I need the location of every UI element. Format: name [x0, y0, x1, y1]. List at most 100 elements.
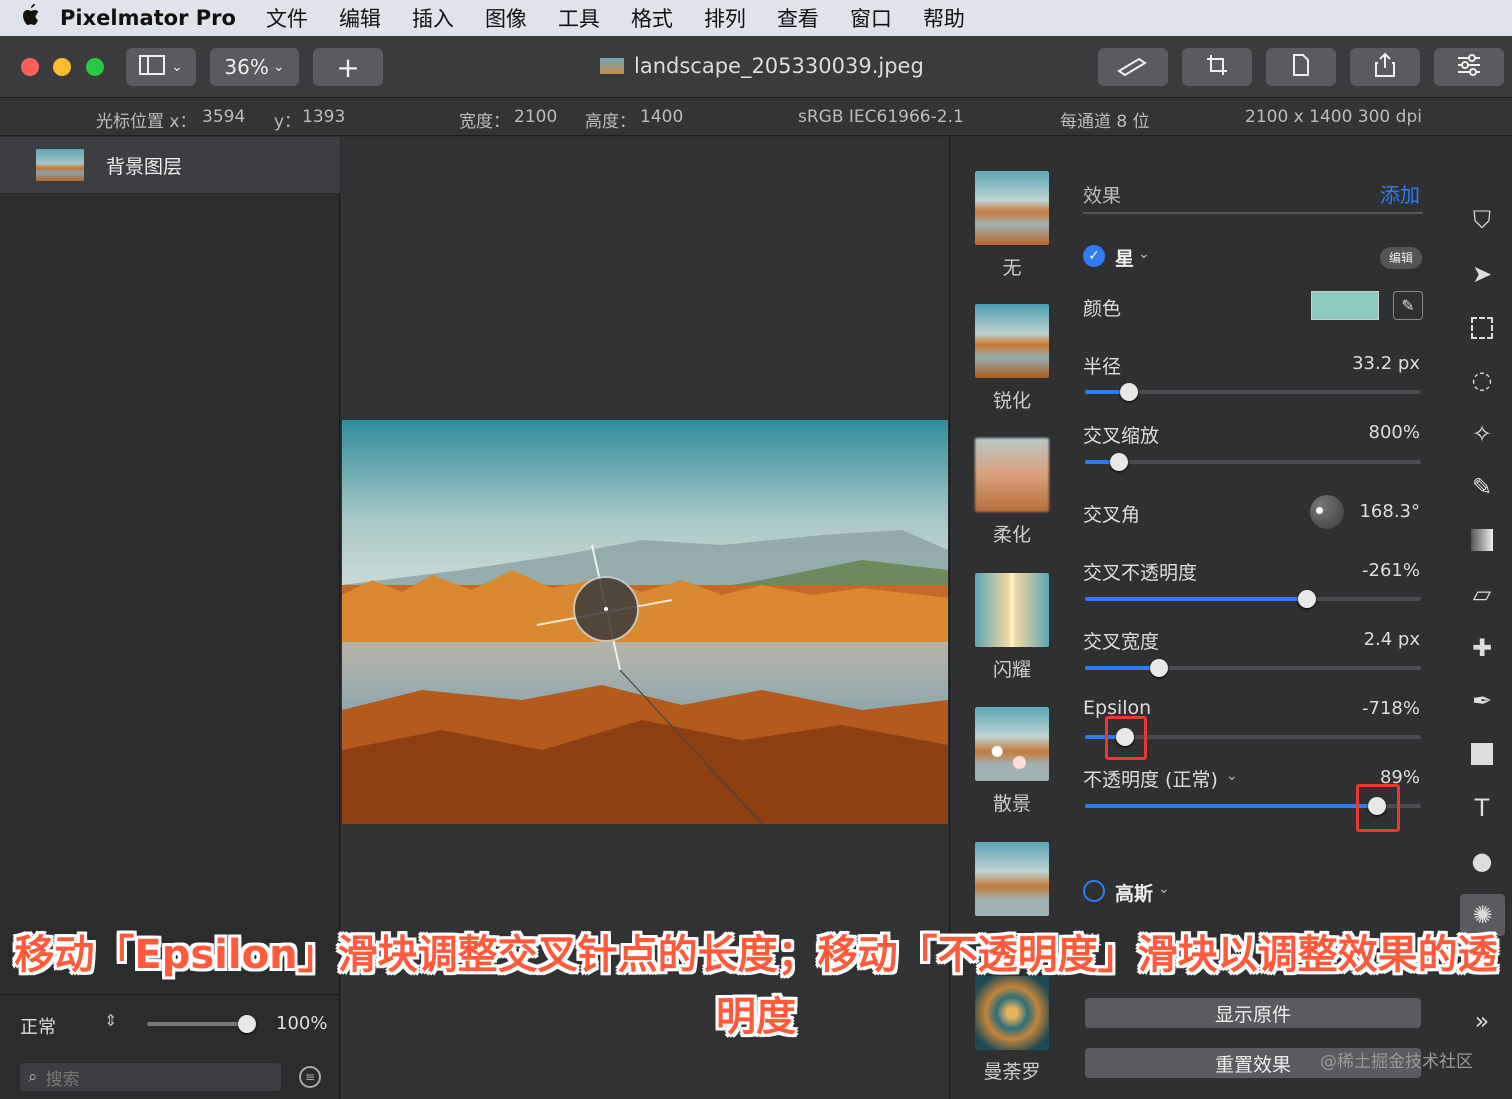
- watermark: @稀土掘金技术社区: [1320, 1052, 1473, 1072]
- pen-icon[interactable]: ✒: [1466, 685, 1498, 717]
- cross-angle-value: 168.3°: [1359, 501, 1420, 522]
- filter-icon[interactable]: ≡: [299, 1066, 321, 1088]
- add-effect-button[interactable]: 添加: [1380, 179, 1420, 208]
- color-profile: sRGB IEC61966-2.1: [798, 107, 964, 127]
- cross-opacity-label: 交叉不透明度: [1083, 562, 1198, 584]
- width-value: 2100: [514, 107, 558, 127]
- star-effect-name[interactable]: 星: [1115, 244, 1134, 271]
- angle-dial[interactable]: [1310, 495, 1344, 529]
- app-menu[interactable]: Pixelmator Pro: [60, 6, 236, 30]
- chevron-down-icon[interactable]: ⌄: [1158, 881, 1170, 897]
- divider: [1083, 212, 1423, 214]
- crop-icon: [1205, 53, 1229, 82]
- effect-thumb-none[interactable]: [975, 171, 1049, 245]
- brush-icon[interactable]: ✎: [1466, 471, 1498, 503]
- adjustments-button[interactable]: [1434, 48, 1504, 86]
- effect-label-glow: 闪耀: [992, 659, 1031, 681]
- width-label: 宽度：: [459, 112, 510, 132]
- search-input[interactable]: ⌕ 搜索: [20, 1063, 281, 1091]
- cross-width-knob[interactable]: [1149, 659, 1168, 677]
- menu-format[interactable]: 格式: [631, 3, 673, 33]
- menu-image[interactable]: 图像: [485, 3, 527, 33]
- effect-thumb-unnamed[interactable]: [975, 842, 1049, 916]
- lasso-icon[interactable]: ◌: [1466, 364, 1498, 396]
- cross-width-slider[interactable]: [1085, 659, 1421, 677]
- epsilon-value: -718%: [1362, 698, 1420, 719]
- menu-file[interactable]: 文件: [266, 3, 308, 33]
- cross-opacity-knob[interactable]: [1297, 590, 1316, 608]
- shape-icon[interactable]: [1466, 738, 1498, 770]
- star-effect-checkbox[interactable]: ✓: [1083, 245, 1105, 267]
- tutorial-caption: 移动「Epsilon」滑块调整交叉针点的长度；移动「不透明度」滑块以调整效果的透…: [14, 932, 1498, 1040]
- arrow-icon[interactable]: ➤: [1466, 258, 1498, 290]
- dial-dot: [1316, 507, 1323, 514]
- sidebar-icon: [139, 54, 166, 80]
- layer-name: 背景图层: [106, 155, 183, 178]
- magic-wand-icon[interactable]: ✧: [1466, 418, 1498, 450]
- zoom-window-button[interactable]: [86, 58, 104, 76]
- close-window-button[interactable]: [21, 58, 39, 76]
- cross-opacity-slider[interactable]: [1085, 590, 1421, 608]
- document-title: landscape_205330039.jpeg: [600, 54, 924, 78]
- bandage-icon[interactable]: ✚: [1466, 632, 1498, 664]
- menu-insert[interactable]: 插入: [412, 3, 454, 33]
- menu-window[interactable]: 窗口: [850, 3, 892, 33]
- cross-width-label: 交叉宽度: [1083, 631, 1160, 653]
- canvas-image[interactable]: [342, 420, 948, 824]
- radius-slider[interactable]: [1085, 383, 1421, 401]
- edit-effect-button[interactable]: 编辑: [1380, 247, 1422, 269]
- opacity-label: 不透明度 (正常): [1083, 769, 1218, 791]
- menu-view[interactable]: 查看: [777, 3, 819, 33]
- effect-thumb-sharpen[interactable]: [975, 304, 1049, 378]
- rect-select-icon[interactable]: [1466, 312, 1498, 344]
- effect-thumb-glow[interactable]: [975, 573, 1049, 647]
- color-swatch[interactable]: [1311, 291, 1379, 320]
- brush-tool-button[interactable]: [1098, 48, 1168, 86]
- add-button[interactable]: +: [313, 48, 383, 86]
- effects-header: 效果: [1083, 185, 1122, 207]
- height-label: 高度：: [585, 112, 636, 132]
- share-button[interactable]: [1350, 48, 1420, 86]
- chevron-down-icon[interactable]: ⌄: [1138, 246, 1150, 262]
- cursor-x-label: 光标位置 x：: [96, 112, 197, 132]
- apple-menu-icon[interactable]: [0, 3, 60, 33]
- radius-knob[interactable]: [1119, 383, 1138, 401]
- eyedropper-icon[interactable]: ✎: [1393, 291, 1423, 320]
- highlight-box: [1105, 716, 1147, 760]
- bit-depth: 每通道 8 位: [1060, 112, 1150, 132]
- layer-row[interactable]: 背景图层: [0, 137, 340, 193]
- paint-bucket-icon[interactable]: ⛉: [1466, 204, 1498, 236]
- effect-thumb-blur[interactable]: [975, 438, 1049, 512]
- cross-angle-label: 交叉角: [1083, 504, 1141, 526]
- menu-arrange[interactable]: 排列: [704, 3, 746, 33]
- eraser-icon[interactable]: ▱: [1466, 578, 1498, 610]
- zoom-value: 36%: [224, 55, 269, 79]
- cross-width-value: 2.4 px: [1363, 629, 1420, 650]
- effect-thumb-bokeh[interactable]: [975, 707, 1049, 781]
- dimensions: 2100 x 1400 300 dpi: [1245, 107, 1422, 127]
- chevron-down-icon: ⌄: [171, 59, 183, 75]
- gradient-icon[interactable]: [1466, 524, 1498, 556]
- color-adjust-icon[interactable]: ●: [1466, 845, 1498, 877]
- chevron-down-icon[interactable]: ⌄: [1226, 768, 1238, 784]
- effect-label-none: 无: [1002, 257, 1022, 279]
- document-icon: [1291, 53, 1311, 82]
- cross-scale-knob[interactable]: [1109, 453, 1128, 471]
- radius-label: 半径: [1083, 356, 1122, 378]
- menu-help[interactable]: 帮助: [923, 3, 965, 33]
- gaussian-effect-checkbox[interactable]: [1083, 880, 1105, 902]
- document-button[interactable]: [1266, 48, 1336, 86]
- highlight-box: [1356, 784, 1400, 832]
- menu-edit[interactable]: 编辑: [339, 3, 381, 33]
- cross-scale-label: 交叉缩放: [1083, 425, 1160, 447]
- minimize-window-button[interactable]: [53, 58, 71, 76]
- cross-scale-slider[interactable]: [1085, 453, 1421, 471]
- crop-button[interactable]: [1182, 48, 1252, 86]
- sidebar-toggle-button[interactable]: ⌄: [126, 48, 196, 86]
- zoom-dropdown[interactable]: 36% ⌄: [210, 48, 299, 86]
- layer-thumbnail: [36, 149, 84, 181]
- cursor-y-label: y：: [274, 112, 302, 132]
- menu-tools[interactable]: 工具: [558, 3, 600, 33]
- gaussian-effect-name[interactable]: 高斯: [1115, 879, 1153, 906]
- text-icon[interactable]: T: [1466, 792, 1498, 824]
